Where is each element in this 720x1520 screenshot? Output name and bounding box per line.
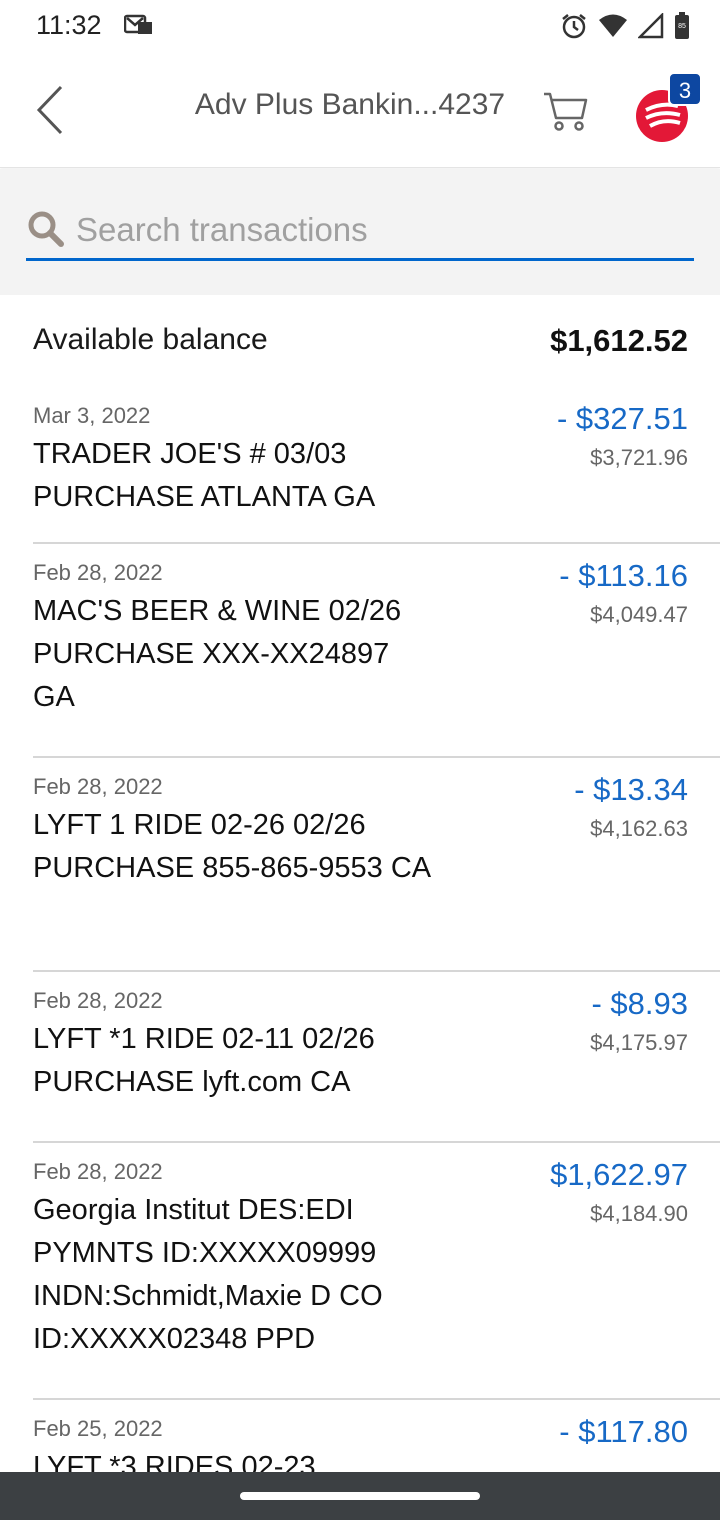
transaction-description: LYFT *1 RIDE 02-11 02/26 PURCHASE lyft.c… xyxy=(33,1023,375,1098)
chevron-left-icon xyxy=(36,85,63,135)
transaction-row[interactable]: Feb 28, 2022 LYFT 1 RIDE 02-26 02/26 PUR… xyxy=(33,758,720,972)
app-header: Adv Plus Bankin...4237 3 xyxy=(0,52,720,168)
transaction-description: MAC'S BEER & WINE 02/26 PURCHASE XXX-XX2… xyxy=(33,595,402,713)
transaction-description: Georgia Institut DES:EDI PYMNTS ID:XXXXX… xyxy=(33,1194,383,1355)
status-time: 11:32 xyxy=(36,10,102,40)
transaction-amount: - $113.16 xyxy=(559,558,688,593)
transaction-running-balance: $3,721.96 xyxy=(590,445,688,470)
system-navigation-bar xyxy=(0,1472,720,1520)
cell-signal-icon xyxy=(638,13,664,39)
transaction-date: Feb 28, 2022 xyxy=(33,988,163,1013)
transaction-description: LYFT *3 RIDES 02-23 xyxy=(33,1451,316,1472)
transaction-row[interactable]: Feb 28, 2022 LYFT *1 RIDE 02-11 02/26 PU… xyxy=(33,972,720,1143)
page-title: Adv Plus Bankin...4237 xyxy=(194,88,506,121)
transaction-date: Mar 3, 2022 xyxy=(33,403,151,428)
transaction-amount: - $117.80 xyxy=(559,1414,688,1449)
transaction-amount: - $13.34 xyxy=(574,772,688,807)
transaction-running-balance: $4,184.90 xyxy=(590,1201,688,1226)
battery-level-text: 85 xyxy=(678,23,686,30)
status-icons: 85 xyxy=(560,10,690,42)
home-gesture-handle[interactable] xyxy=(240,1492,480,1500)
transactions-content: Available balance $1,612.52 Mar 3, 2022 … xyxy=(0,295,720,1472)
balance-value: $1,612.52 xyxy=(550,323,688,358)
transaction-date: Feb 25, 2022 xyxy=(33,1416,163,1441)
menu-button[interactable]: 3 xyxy=(630,66,706,146)
notification-badge: 3 xyxy=(668,72,702,106)
transaction-running-balance: $4,162.63 xyxy=(590,816,688,841)
transaction-running-balance: $4,175.97 xyxy=(590,1030,688,1055)
transaction-amount: $1,622.97 xyxy=(550,1157,688,1192)
cart-button[interactable] xyxy=(540,88,596,138)
back-button[interactable] xyxy=(24,80,76,140)
transaction-running-balance: $4,049.47 xyxy=(590,602,688,627)
transaction-amount: - $327.51 xyxy=(557,401,688,436)
search-icon xyxy=(26,209,66,249)
transaction-row[interactable]: Feb 25, 2022 LYFT *3 RIDES 02-23 - $117.… xyxy=(33,1400,720,1472)
status-bar: 11:32 85 xyxy=(0,0,720,52)
transaction-row[interactable]: Mar 3, 2022 TRADER JOE'S # 03/03 PURCHAS… xyxy=(33,387,720,544)
search-box xyxy=(26,205,694,261)
cart-icon xyxy=(544,92,588,131)
balance-label: Available balance xyxy=(33,323,268,356)
message-notification-icon xyxy=(123,14,154,36)
battery-icon: 85 xyxy=(674,12,690,40)
transaction-description: LYFT 1 RIDE 02-26 02/26 PURCHASE 855-865… xyxy=(33,809,432,884)
available-balance-row: Available balance $1,612.52 xyxy=(0,295,720,387)
transaction-row[interactable]: Feb 28, 2022 Georgia Institut DES:EDI PY… xyxy=(33,1143,720,1400)
transaction-date: Feb 28, 2022 xyxy=(33,1159,163,1184)
wifi-icon xyxy=(598,13,628,39)
transaction-date: Feb 28, 2022 xyxy=(33,774,163,799)
transaction-date: Feb 28, 2022 xyxy=(33,560,163,585)
transaction-description: TRADER JOE'S # 03/03 PURCHASE ATLANTA GA xyxy=(33,438,376,513)
transaction-row[interactable]: Feb 28, 2022 MAC'S BEER & WINE 02/26 PUR… xyxy=(33,544,720,758)
alarm-icon xyxy=(560,12,588,40)
search-input[interactable] xyxy=(76,205,676,255)
transaction-amount: - $8.93 xyxy=(591,986,688,1021)
search-section xyxy=(0,169,720,295)
